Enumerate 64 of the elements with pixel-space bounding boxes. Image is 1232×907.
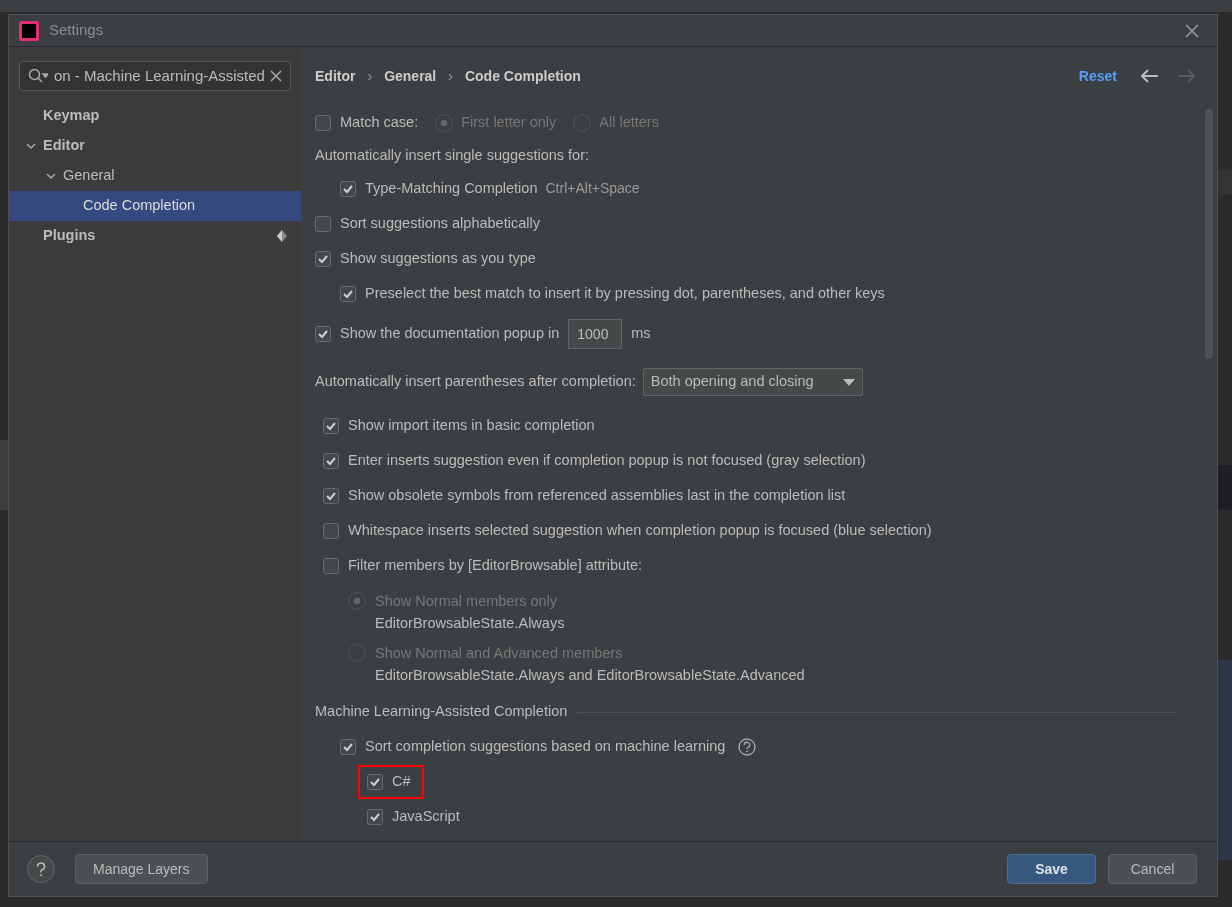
checkbox[interactable] — [340, 285, 356, 302]
option-label: Sort suggestions alphabetically — [340, 213, 540, 233]
back-arrow-icon[interactable] — [1141, 69, 1159, 83]
manage-layers-button[interactable]: Manage Layers — [75, 854, 208, 884]
checkbox[interactable] — [323, 417, 339, 434]
option-label: Match case: — [340, 113, 419, 133]
caret-icon — [842, 378, 855, 386]
chevron-icon[interactable] — [25, 140, 37, 152]
checkbox[interactable] — [323, 522, 339, 539]
checkbox[interactable] — [367, 773, 383, 790]
checkbox[interactable] — [367, 808, 383, 825]
unit-label: ms — [631, 323, 651, 343]
breadcrumb-separator: › — [448, 66, 453, 86]
section-label: Automatically insert single suggestions for: — [315, 146, 590, 166]
checkbox[interactable] — [315, 115, 331, 131]
option-label: Show import items in basic completion — [348, 415, 595, 435]
help-button[interactable] — [27, 855, 55, 883]
breadcrumb-item[interactable]: Code Completion — [464, 65, 581, 87]
close-icon[interactable] — [1185, 23, 1199, 38]
sidebar-item[interactable]: General — [9, 161, 301, 191]
option-label: JavaScript — [392, 806, 461, 826]
save-button[interactable]: Save — [1007, 854, 1096, 884]
breadcrumb-item[interactable]: General — [384, 65, 437, 87]
option-label: Whitespace inserts selected suggestion when completion popup is focused (blue selection) — [348, 520, 932, 540]
section-title: Machine Learning-Assisted Completion — [315, 702, 568, 722]
checkbox[interactable] — [323, 487, 339, 504]
number-field[interactable]: 1000 — [568, 318, 623, 349]
breadcrumb-item[interactable]: Editor — [315, 65, 356, 87]
option-label: Filter members by [EditorBrowsable] attribute: — [348, 555, 643, 575]
search-field[interactable]: on - Machine Learning-Assisted — [19, 61, 291, 91]
option-description: EditorBrowsableState.Always — [375, 614, 565, 633]
checkbox[interactable] — [340, 738, 356, 755]
option-label: Show the documentation popup in — [340, 323, 560, 343]
option-label: Preselect the best match to insert it by pressing dot, parentheses, and other keys — [365, 283, 885, 303]
sidebar-item[interactable]: Code Completion — [9, 191, 301, 221]
app-logo-icon — [19, 20, 39, 41]
option-label: Sort completion suggestions based on machine learning — [365, 736, 726, 756]
chevron-icon[interactable] — [45, 170, 57, 182]
option-label: Automatically insert parentheses after completion: — [315, 372, 636, 392]
window-title: Settings — [49, 20, 104, 41]
option-label: Show obsolete symbols from referenced assemblies last in the completion list — [348, 485, 846, 505]
option-description: EditorBrowsableState.Always and EditorBrowsableState.Advanced — [375, 666, 805, 685]
checkbox[interactable] — [340, 180, 356, 197]
sidebar-item[interactable]: Keymap — [9, 101, 301, 131]
checkbox[interactable] — [315, 325, 331, 342]
breadcrumb-separator: › — [367, 66, 373, 86]
option-label: Type-Matching Completion — [365, 178, 538, 198]
sidebar-item[interactable]: Editor — [9, 131, 301, 161]
checkbox[interactable] — [323, 557, 339, 574]
checkbox[interactable] — [315, 215, 331, 232]
option-label: C# — [392, 771, 412, 791]
option-label: Show suggestions as you type — [340, 248, 536, 268]
option-label: Enter inserts suggestion even if completion popup is not focused (gray selection) — [348, 450, 866, 470]
sidebar-item[interactable]: Plugins — [9, 221, 301, 251]
checkbox[interactable] — [323, 452, 339, 469]
shortcut-hint: Ctrl+Alt+Space — [545, 179, 640, 198]
dropdown[interactable]: Both opening and closing — [642, 368, 863, 396]
cancel-button[interactable]: Cancel — [1108, 854, 1197, 884]
help-icon[interactable] — [738, 737, 757, 756]
search-icon — [28, 68, 48, 84]
reset-link[interactable]: Reset — [1078, 65, 1117, 87]
checkbox[interactable] — [315, 250, 331, 267]
help-icon — [36, 861, 46, 877]
clear-icon[interactable] — [270, 70, 282, 82]
